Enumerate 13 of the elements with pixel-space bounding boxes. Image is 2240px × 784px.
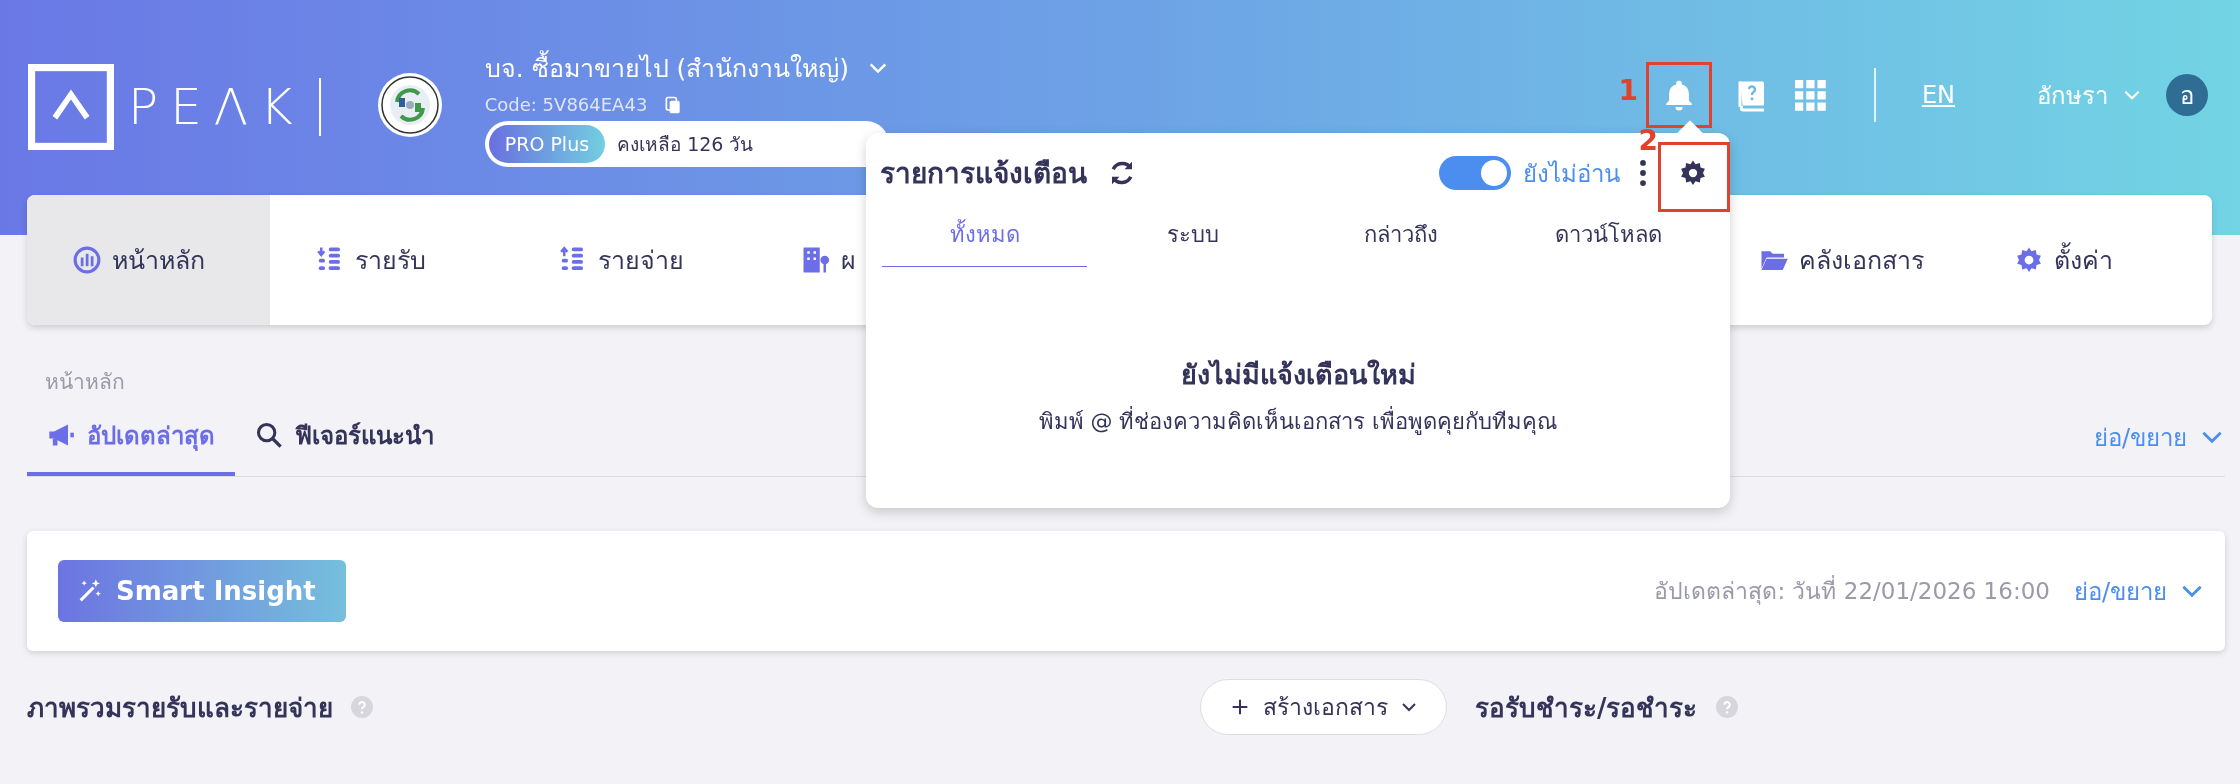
last-updated: อัปเดตล่าสุด: วันที่ 22/01/2026 16:00 — [1654, 573, 2050, 609]
toggle-label: ยังไม่อ่าน — [1523, 158, 1620, 190]
section-title: ภาพรวมรายรับและรายจ่าย — [27, 691, 333, 725]
panel-title: รายการแจ้งเตือน — [880, 156, 1087, 192]
plan-remaining: คงเหลือ 126 วัน — [617, 132, 754, 157]
logo-text: PEΛK — [128, 78, 305, 136]
empty-state-title: ยังไม่มีแจ้งเตือนใหม่ — [1179, 358, 1417, 392]
section-title: รอรับชำระ/รอชำระ — [1475, 691, 1698, 725]
plan-name: PRO Plus — [488, 125, 606, 163]
annotation-number: 1 — [1618, 74, 1638, 107]
empty-state-hint: พิมพ์ @ ที่ช่องความคิดเห็นเอกสาร เพื่อพูดคุยกับทีมคุณ — [882, 404, 1714, 439]
company-code: Code: 5V864EA43 — [484, 94, 648, 115]
annotation-number: 2 — [1638, 124, 1658, 157]
